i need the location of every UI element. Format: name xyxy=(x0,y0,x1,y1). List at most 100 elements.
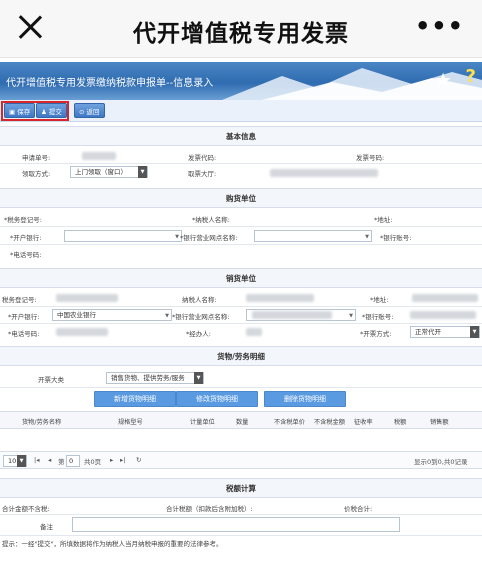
seller-tax-no-label: 税务登记号: xyxy=(2,296,37,304)
col-goods-name: 货物/劳务名称 xyxy=(22,419,62,426)
divider xyxy=(0,323,482,324)
seller-account-value xyxy=(410,311,476,319)
more-icon[interactable]: ••• xyxy=(415,12,464,40)
page-input[interactable]: 0 xyxy=(66,455,80,467)
chevron-down-icon: ▼ xyxy=(17,455,26,467)
help-icon[interactable]: ? xyxy=(466,66,476,87)
buyer-branch-label: *银行营业网点名称: xyxy=(180,234,238,242)
divider xyxy=(0,514,482,515)
seller-mode-label: *开票方式: xyxy=(360,330,392,338)
col-amount: 不含税金额 xyxy=(314,419,345,426)
goods-section-title: 货物/劳务明细 xyxy=(0,346,482,366)
page-title: 代开增值税专用发票 xyxy=(133,21,349,47)
page-size-value: 10 xyxy=(8,457,17,465)
buyer-bank-label: *开户银行: xyxy=(10,234,42,242)
seller-mode-select[interactable]: 正常代开 ▼ xyxy=(410,326,480,338)
prev-page-icon[interactable]: ◂ xyxy=(48,456,51,464)
chevron-down-icon: ▼ xyxy=(165,313,169,319)
seller-agent-value xyxy=(246,328,262,336)
page-suffix: 共0页 xyxy=(84,458,102,466)
chevron-down-icon: ▼ xyxy=(175,234,179,240)
chevron-down-icon: ▼ xyxy=(470,326,479,338)
toolbar: ▣ 保存 ♟ 提交 ⊙ 返回 xyxy=(0,100,482,122)
col-sales: 销售额 xyxy=(430,419,449,426)
hall-label: 取票大厅: xyxy=(188,170,217,178)
pager-summary: 显示0到0,共0记录 xyxy=(414,458,468,466)
divider xyxy=(0,387,482,388)
buyer-account-label: *银行账号: xyxy=(380,234,412,242)
seller-phone-value xyxy=(56,328,108,336)
category-value: 销售货物、提供劳务/服务 xyxy=(111,374,185,382)
buyer-bank-select[interactable]: ▼ xyxy=(64,230,182,242)
app-header: 代开增值税专用发票 ••• xyxy=(0,0,482,58)
seller-branch-value xyxy=(252,311,332,319)
seller-branch-label: *银行营业网点名称: xyxy=(172,313,230,321)
seller-name-label: 纳税人名称: xyxy=(182,296,217,304)
invoice-code-label: 发票代码: xyxy=(188,154,217,162)
seller-tax-no-value xyxy=(56,294,118,302)
last-page-icon[interactable]: ▸| xyxy=(120,456,125,464)
chevron-down-icon: ▼ xyxy=(349,313,353,319)
receive-label: 领取方式: xyxy=(22,170,51,178)
apply-no-label: 申请单号: xyxy=(22,154,51,162)
seller-address-label: *地址: xyxy=(370,296,389,304)
total-excl-label: 合计金额不含税: xyxy=(2,505,50,513)
receive-value: 上门领取（窗口） xyxy=(75,168,127,176)
first-page-icon[interactable]: |◂ xyxy=(34,456,39,464)
page-size-select[interactable]: 10 ▼ xyxy=(3,455,27,467)
chevron-down-icon: ▼ xyxy=(138,166,147,178)
category-select[interactable]: 销售货物、提供劳务/服务 ▼ xyxy=(106,372,204,384)
price-tax-label: 价税合计: xyxy=(344,505,373,513)
invoice-no-label: 发票号码: xyxy=(356,154,385,162)
tax-section-title: 税额计算 xyxy=(0,478,482,498)
col-unit-price: 不含税单价 xyxy=(274,419,305,426)
seller-agent-label: *经办人: xyxy=(186,330,211,338)
col-tax: 税额 xyxy=(394,419,407,426)
highlight-box xyxy=(1,101,69,121)
col-spec: 规格型号 xyxy=(118,419,143,426)
buyer-branch-select[interactable]: ▼ xyxy=(254,230,372,242)
apply-no-value xyxy=(82,152,116,160)
seller-section-title: 销货单位 xyxy=(0,268,482,288)
add-goods-button[interactable]: 新增货物明细 xyxy=(94,391,176,407)
chevron-down-icon: ▼ xyxy=(365,234,369,240)
footer-tip: 提示：一经"提交"，所填数据将作为纳税人当月纳税申报的重要的法律参考。 xyxy=(2,540,223,548)
remark-input[interactable] xyxy=(72,517,400,532)
remark-label: 备注 xyxy=(40,523,53,531)
seller-mode-value: 正常代开 xyxy=(415,328,441,336)
back-button[interactable]: ⊙ 返回 xyxy=(74,103,105,118)
col-rate: 征收率 xyxy=(354,419,373,426)
goods-table-header: 货物/劳务名称 规格型号 计量单位 数量 不含税单价 不含税金额 征收率 税额 … xyxy=(0,411,482,429)
star-icon[interactable]: ★ xyxy=(434,68,452,92)
seller-bank-label: *开户银行: xyxy=(8,313,40,321)
seller-bank-select[interactable]: 中国农业银行 ▼ xyxy=(52,309,172,321)
hall-value xyxy=(270,169,378,177)
refresh-icon[interactable]: ↻ xyxy=(136,456,141,464)
banner-title: 代开增值税专用发票缴纳税款申报单--信息录入 xyxy=(6,78,214,89)
edit-goods-button[interactable]: 修改货物明细 xyxy=(176,391,258,407)
divider xyxy=(0,244,482,245)
seller-account-label: *银行账号: xyxy=(362,313,394,321)
category-label: 开票大类 xyxy=(38,376,64,384)
back-label: 返回 xyxy=(86,108,100,116)
seller-name-value xyxy=(246,294,314,302)
seller-bank-value: 中国农业银行 xyxy=(57,311,96,319)
divider xyxy=(0,226,482,227)
buyer-name-label: *纳税人名称: xyxy=(192,216,230,224)
chevron-down-icon: ▼ xyxy=(194,372,203,384)
buyer-section-title: 购货单位 xyxy=(0,188,482,208)
seller-address-value xyxy=(412,294,478,302)
seller-phone-label: *电话号码: xyxy=(8,330,40,338)
delete-goods-button[interactable]: 删除货物明细 xyxy=(264,391,346,407)
buyer-address-label: *地址: xyxy=(374,216,393,224)
divider xyxy=(0,306,482,307)
divider xyxy=(0,163,482,164)
receive-select[interactable]: 上门领取（窗口） ▼ xyxy=(70,166,148,178)
col-qty: 数量 xyxy=(236,419,249,426)
total-tax-label: 合计税额（扣款后含附加税）: xyxy=(166,505,253,513)
buyer-tax-no-label: *税务登记号: xyxy=(4,216,42,224)
divider xyxy=(0,535,482,536)
pager: 10 ▼ |◂ ◂ 第 0 共0页 ▸ ▸| ↻ 显示0到0,共0记录 xyxy=(0,451,482,469)
banner: 代开增值税专用发票缴纳税款申报单--信息录入 ★ ? xyxy=(0,62,482,100)
next-page-icon[interactable]: ▸ xyxy=(110,456,113,464)
